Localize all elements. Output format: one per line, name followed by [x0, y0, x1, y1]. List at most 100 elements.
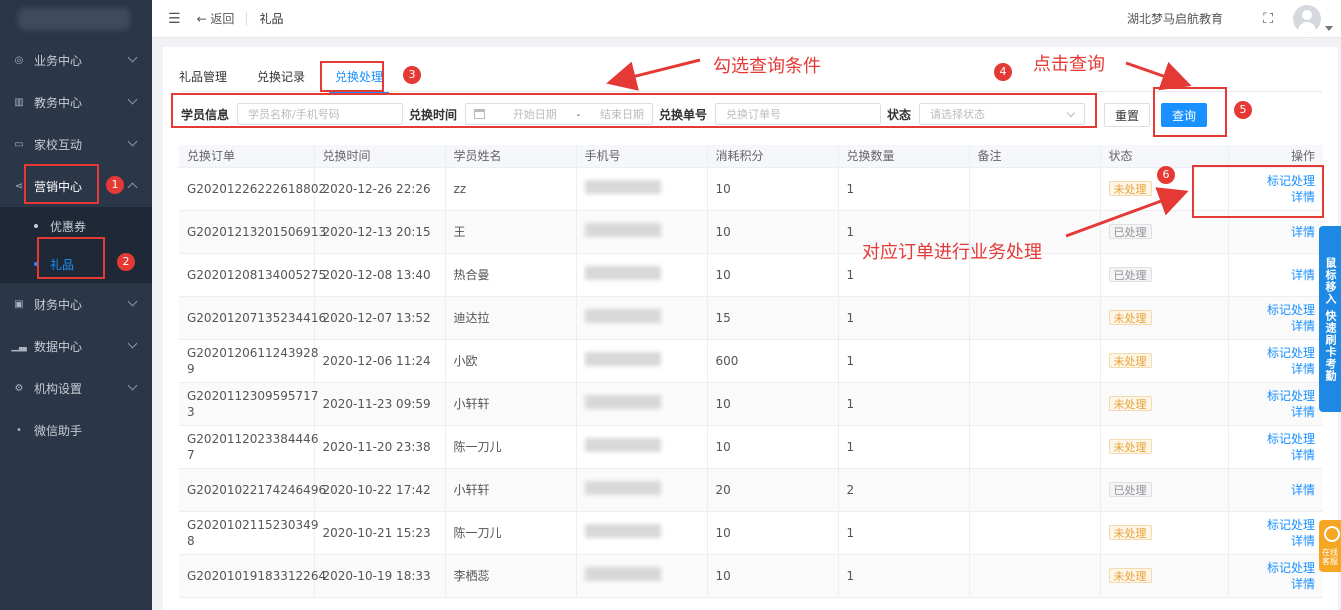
column-header: 状态: [1100, 145, 1229, 168]
sidebar: ◎ 业务中心 ▥ 教务中心 ▭ 家校互动 ⋖ 营销中心 优惠券 礼品 ▣ 财务中…: [0, 0, 152, 610]
menu-toggle-icon[interactable]: ☰: [168, 11, 181, 27]
briefcase-icon: ◎: [14, 54, 24, 66]
avatar[interactable]: [1293, 5, 1321, 33]
quantity-cell: 1: [838, 554, 970, 598]
name-cell-text: 陈一刀儿: [453, 525, 502, 540]
mark-processed-link[interactable]: 标记处理: [1237, 560, 1315, 576]
operation-cell: 详情: [1228, 468, 1323, 512]
points-cell: 10: [707, 210, 839, 254]
mark-processed-link[interactable]: 标记处理: [1237, 388, 1315, 404]
quantity-cell: 1: [838, 339, 970, 383]
detail-link[interactable]: 详情: [1237, 482, 1315, 498]
phone-cell: [576, 425, 708, 469]
redacted-phone: [584, 179, 661, 194]
status-cell: 未处理: [1100, 382, 1229, 426]
sidebar-item-settings[interactable]: ⚙ 机构设置: [0, 367, 152, 409]
status-cell: 未处理: [1100, 339, 1229, 383]
table-row: G2020112023384446 7 2020-11-20 23:38 陈一刀儿 1…: [179, 425, 1323, 469]
redacted-phone: [584, 308, 661, 323]
annotation-number: 6: [1157, 166, 1175, 184]
time-cell: 2020-12-06 11:24: [314, 339, 446, 383]
points-cell-text: 10: [715, 568, 731, 583]
status-badge: 已处理: [1108, 481, 1152, 497]
time-cell-text: 2020-10-22 17:42: [322, 482, 431, 497]
operation-cell: 详情: [1228, 253, 1323, 297]
note-cell: [969, 339, 1101, 383]
detail-link[interactable]: 详情: [1237, 361, 1315, 377]
order-cell-text: G20201226222618802: [187, 181, 327, 196]
detail-link[interactable]: 详情: [1237, 224, 1315, 240]
mark-processed-link[interactable]: 标记处理: [1237, 345, 1315, 361]
name-cell-text: 小欧: [453, 353, 478, 368]
sidebar-item-label: 机构设置: [34, 381, 83, 396]
points-cell: 10: [707, 167, 839, 211]
points-cell: 20: [707, 468, 839, 512]
fullscreen-icon[interactable]: ⛶: [1263, 11, 1273, 27]
sidebar-subitem-label: 优惠券: [50, 219, 87, 234]
quantity-cell-text: 1: [846, 353, 855, 368]
back-button[interactable]: ← 返回: [197, 10, 235, 27]
order-cell-text: G2020112309595717 3: [187, 388, 319, 419]
annotation-filter-hint: 勾选查询条件: [713, 56, 821, 77]
quantity-cell-text: 1: [846, 525, 855, 540]
order-cell-text: G20201022174246496: [187, 482, 327, 497]
time-cell: 2020-12-07 13:52: [314, 296, 446, 340]
sidebar-item-business[interactable]: ◎ 业务中心: [0, 39, 152, 81]
phone-cell: [576, 167, 708, 211]
name-cell-text: 王: [453, 224, 466, 239]
order-cell-text: G2020120611243928 9: [187, 345, 319, 376]
column-header: 兑换数量: [838, 145, 970, 168]
quantity-cell: 1: [838, 296, 970, 340]
sidebar-item-home-school[interactable]: ▭ 家校互动: [0, 123, 152, 165]
time-cell: 2020-12-13 20:15: [314, 210, 446, 254]
detail-link[interactable]: 详情: [1237, 447, 1315, 463]
points-cell-text: 10: [715, 224, 731, 239]
redacted-phone: [584, 222, 661, 237]
org-name: 湖北梦马启航教育: [1126, 12, 1223, 26]
column-header: 兑换时间: [314, 145, 446, 168]
caret-down-icon[interactable]: [1325, 26, 1333, 31]
time-cell-text: 2020-12-06 11:24: [322, 353, 431, 368]
quantity-cell-text: 1: [846, 439, 855, 454]
sidebar-item-wechat[interactable]: • 微信助手: [0, 409, 152, 451]
status-badge: 未处理: [1108, 180, 1152, 196]
operation-cell: 标记处理 详情: [1228, 554, 1323, 598]
chevron-down-icon: [127, 296, 138, 307]
reset-button[interactable]: 重置: [1104, 103, 1150, 127]
detail-link[interactable]: 详情: [1237, 533, 1315, 549]
sidebar-item-label: 微信助手: [34, 423, 83, 438]
table-row: G20201226222618802 2020-12-26 22:26 zz 10 1 未…: [179, 167, 1323, 211]
phone-cell: [576, 554, 708, 598]
quick-attendance-tab[interactable]: 鼠标移入 快速刷卡考勤: [1319, 226, 1341, 412]
sidebar-item-data[interactable]: ▁▃ 数据中心: [0, 325, 152, 367]
quantity-cell-text: 1: [846, 568, 855, 583]
annotation-process-hint: 对应订单进行业务处理: [862, 242, 1042, 263]
points-cell: 10: [707, 425, 839, 469]
name-cell-text: 陈一刀儿: [453, 439, 502, 454]
sidebar-item-label: 数据中心: [34, 339, 83, 354]
sidebar-item-label: 教务中心: [34, 95, 83, 110]
note-cell: [969, 296, 1101, 340]
annotation-box-operation: [1192, 165, 1324, 218]
order-cell: G2020120611243928 9: [179, 339, 318, 383]
mark-processed-link[interactable]: 标记处理: [1237, 431, 1315, 447]
note-cell: [969, 382, 1101, 426]
order-cell: G20201207135234416: [179, 296, 326, 340]
quantity-cell-text: 1: [846, 267, 855, 282]
detail-link[interactable]: 详情: [1237, 318, 1315, 334]
online-service-button[interactable]: 在线客服: [1319, 520, 1341, 572]
quantity-cell-text: 2: [846, 482, 855, 497]
sidebar-item-finance[interactable]: ▣ 财务中心: [0, 283, 152, 325]
sidebar-item-academic[interactable]: ▥ 教务中心: [0, 81, 152, 123]
table-row: G20201213201506913 2020-12-13 20:15 王 10 1 已处…: [179, 210, 1323, 254]
detail-link[interactable]: 详情: [1237, 267, 1315, 283]
name-cell: 迪达拉: [445, 296, 577, 340]
mark-processed-link[interactable]: 标记处理: [1237, 302, 1315, 318]
detail-link[interactable]: 详情: [1237, 576, 1315, 592]
order-cell-text: G20201207135234416: [187, 310, 327, 325]
note-cell: [969, 511, 1101, 555]
detail-link[interactable]: 详情: [1237, 404, 1315, 420]
order-cell: G2020102115230349 8: [179, 511, 318, 555]
mark-processed-link[interactable]: 标记处理: [1237, 517, 1315, 533]
name-cell-text: zz: [453, 181, 467, 196]
